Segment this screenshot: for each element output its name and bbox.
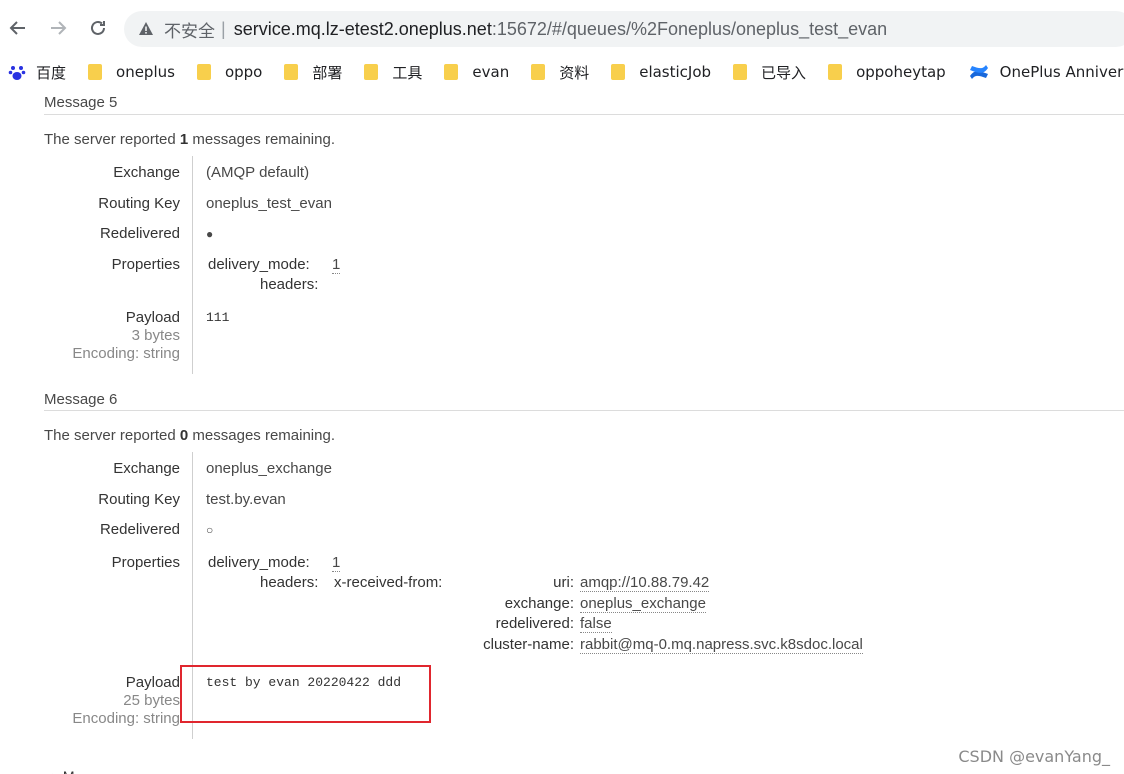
- bookmark-label: 部署: [312, 63, 343, 82]
- payload-label: Payload: [125, 674, 180, 691]
- redelivered-label: Redelivered: [99, 521, 180, 538]
- routing-key-value: oneplus_test_evan: [206, 195, 332, 212]
- bookmark-oneplus[interactable]: oneplus: [88, 63, 175, 81]
- folder-icon: [364, 64, 379, 80]
- uri-key: uri:: [553, 574, 574, 591]
- field-divider-line: [192, 156, 193, 374]
- bookmark-tools[interactable]: 工具: [364, 62, 422, 83]
- exchange-label: Exchange: [113, 460, 180, 477]
- delivery-mode-value: 1: [332, 256, 341, 274]
- uri-value: amqp://10.88.79.42: [580, 574, 710, 592]
- baidu-paw-icon: [8, 63, 26, 81]
- warning-icon[interactable]: [138, 21, 154, 37]
- folder-icon: [444, 64, 459, 80]
- properties-label: Properties: [111, 554, 180, 571]
- payload-encoding: Encoding: string: [72, 345, 180, 362]
- exchange-value: (AMQP default): [206, 164, 310, 181]
- exchange-key: exchange:: [504, 595, 574, 612]
- divider: [44, 114, 1124, 115]
- address-bar[interactable]: 不安全 | service.mq.lz-etest2.oneplus.net:1…: [124, 11, 1124, 47]
- bookmark-label: evan: [472, 63, 510, 81]
- headers-key: headers:: [260, 276, 319, 293]
- url-path: :15672/#/queues/%2Foneplus/oneplus_test_…: [491, 18, 888, 39]
- csdn-watermark: CSDN @evanYang_: [958, 747, 1110, 766]
- exchange-value: oneplus_exchange: [206, 460, 332, 477]
- bookmark-evan[interactable]: evan: [444, 63, 509, 81]
- bookmark-deploy[interactable]: 部署: [284, 62, 342, 83]
- security-label[interactable]: 不安全: [164, 17, 215, 42]
- address-separator: |: [221, 18, 226, 39]
- redelivered-label: Redelivered: [99, 225, 180, 242]
- folder-icon: [611, 64, 626, 80]
- browser-toolbar: 不安全 | service.mq.lz-etest2.oneplus.net:1…: [0, 0, 1124, 56]
- reload-icon[interactable]: [84, 14, 112, 42]
- bookmark-baidu[interactable]: 百度: [8, 62, 66, 83]
- message-title: Message 6: [44, 391, 118, 408]
- routing-key-value: test.by.evan: [206, 491, 286, 508]
- red-highlight-box: [180, 665, 431, 723]
- folder-icon: [733, 64, 748, 80]
- bookmark-label: elasticJob: [639, 63, 712, 81]
- redelivered-dot-icon: ●: [206, 227, 214, 241]
- remaining-text: The server reported 0 messages remaining…: [44, 427, 335, 444]
- bookmark-imported[interactable]: 已导入: [733, 62, 806, 83]
- x-received-from-key: x-received-from:: [334, 574, 443, 591]
- folder-icon: [88, 64, 103, 80]
- exchange-label: Exchange: [113, 164, 180, 181]
- routing-key-label: Routing Key: [98, 195, 180, 212]
- queue-messages-panel: Message 5 The server reported 1 messages…: [0, 88, 1124, 774]
- folder-icon: [828, 64, 843, 80]
- payload-encoding: Encoding: string: [72, 710, 180, 727]
- forward-arrow-icon[interactable]: [44, 14, 72, 42]
- message-title: Message 5: [44, 94, 118, 111]
- url-host: service.mq.lz-etest2.oneplus.net: [233, 18, 492, 39]
- headers-key: headers:: [260, 574, 319, 591]
- back-arrow-icon[interactable]: [4, 14, 32, 42]
- payload-value: 111: [206, 310, 230, 325]
- cluster-name-value: rabbit@mq-0.mq.napress.svc.k8sdoc.local: [580, 636, 863, 654]
- payload-size: 25 bytes: [123, 692, 180, 709]
- delivery-mode-value: 1: [332, 554, 341, 572]
- confluence-icon: [968, 62, 990, 82]
- redelivered-key: redelivered:: [495, 615, 574, 632]
- bookmarks-bar: 百度 oneplus oppo 部署 工具 evan 资料 elasticJob…: [0, 56, 1124, 88]
- bookmark-label: OnePlus Annivers...: [999, 63, 1124, 81]
- delivery-mode-key: delivery_mode:: [208, 256, 310, 273]
- payload-size: 3 bytes: [131, 327, 180, 344]
- folder-icon: [531, 64, 546, 80]
- bookmark-oppoheytap[interactable]: oppoheytap: [828, 63, 946, 81]
- bookmark-label: oneplus: [116, 63, 175, 81]
- bookmark-elasticjob[interactable]: elasticJob: [611, 63, 711, 81]
- cluster-name-key: cluster-name:: [483, 636, 574, 653]
- divider: [44, 410, 1124, 411]
- bookmark-label: 百度: [36, 63, 67, 82]
- folder-icon: [196, 64, 211, 80]
- redelivered-circle-icon: ○: [206, 523, 214, 537]
- next-section-toggle[interactable]: ▸ M: [52, 768, 75, 774]
- folder-icon: [284, 64, 299, 80]
- bookmark-oppo[interactable]: oppo: [196, 63, 263, 81]
- delivery-mode-key: delivery_mode:: [208, 554, 310, 571]
- remaining-text: The server reported 1 messages remaining…: [44, 131, 335, 148]
- properties-label: Properties: [111, 256, 180, 273]
- exchange-header-value: oneplus_exchange: [580, 595, 706, 613]
- payload-label: Payload: [125, 309, 180, 326]
- bookmark-label: oppoheytap: [856, 63, 946, 81]
- bookmark-label: oppo: [224, 63, 263, 81]
- bookmark-label: 工具: [392, 63, 423, 82]
- bookmark-label: 已导入: [761, 63, 807, 82]
- routing-key-label: Routing Key: [98, 491, 180, 508]
- redelivered-header-value: false: [580, 615, 612, 633]
- bookmark-label: 资料: [559, 63, 590, 82]
- bookmark-docs[interactable]: 资料: [531, 62, 589, 83]
- bookmark-oneplus-anniversary[interactable]: OnePlus Annivers...: [968, 62, 1124, 82]
